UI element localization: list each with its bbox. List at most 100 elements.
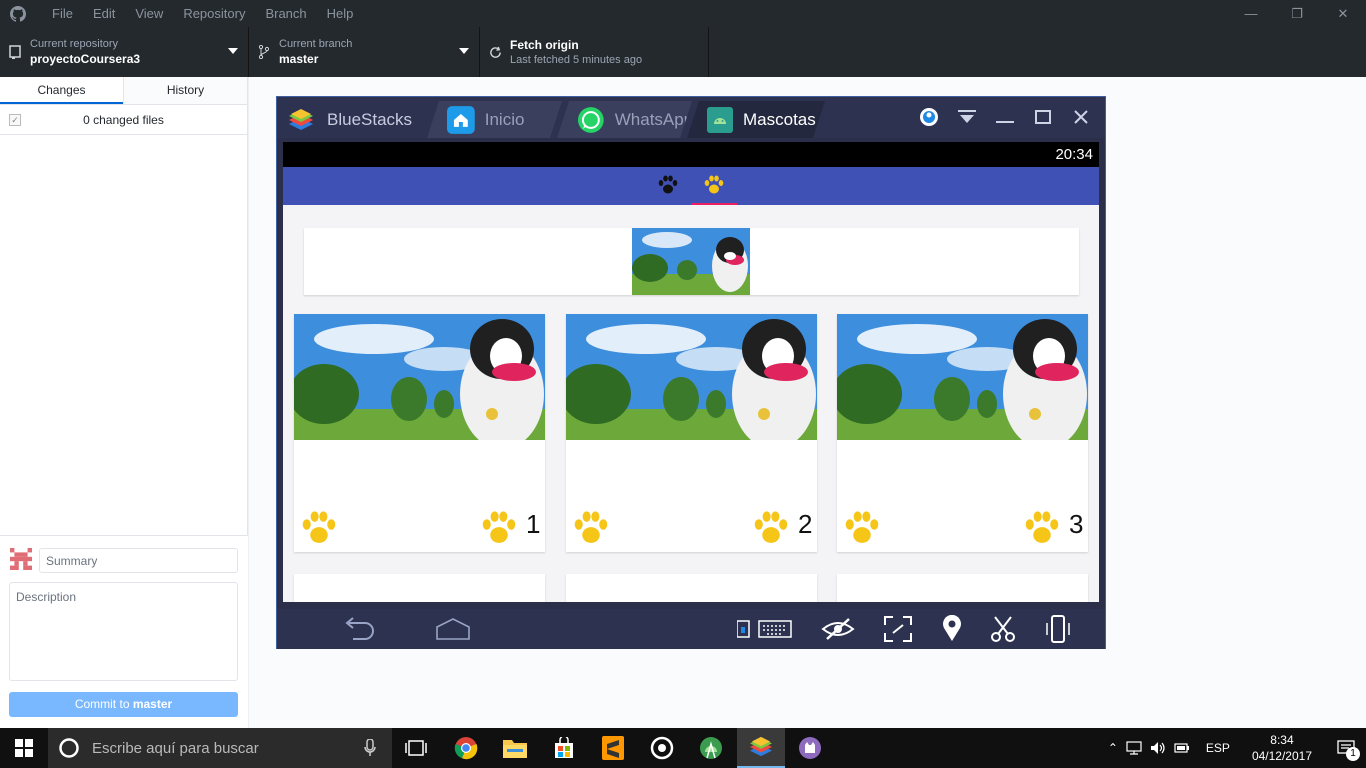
search-placeholder: Escribe aquí para buscar [92,739,259,757]
notification-badge: 1 [1346,747,1360,761]
current-branch-dropdown[interactable]: Current branch master [249,27,480,77]
sublime-text-icon[interactable] [589,728,637,768]
microphone-icon[interactable] [364,739,376,757]
file-explorer-icon[interactable] [491,728,539,768]
branch-name: master [279,52,319,66]
android-status-bar: 20:34 [283,142,1099,167]
pet-card[interactable]: 3 [837,314,1088,552]
menu-repository[interactable]: Repository [173,0,255,27]
app-titlebar: File Edit View Repository Branch Help — … [0,0,1366,27]
maximize-icon[interactable] [1031,105,1055,129]
tab-label: Mascotas [743,109,816,129]
network-icon[interactable] [1126,741,1142,755]
back-icon[interactable] [339,615,377,643]
minimize-icon[interactable] [993,105,1017,129]
commit-form: Summary Description Commit to master [0,535,248,728]
tab-mascotas[interactable]: Mascotas [687,101,825,138]
language-indicator[interactable]: ESP [1206,741,1230,755]
changed-files-count: 0 changed files [83,112,164,127]
taskbar-search-box[interactable]: Escribe aquí para buscar [48,728,392,768]
tab-changes[interactable]: Changes [0,77,123,104]
pet-card[interactable] [294,574,545,602]
menu-view[interactable]: View [125,0,173,27]
menu-branch[interactable]: Branch [255,0,316,27]
pet-card[interactable] [837,574,1088,602]
commit-button-prefix: Commit to [74,697,133,711]
taskbar-clock[interactable]: 8:34 04/12/2017 [1252,732,1312,764]
bluestacks-tab-bar: BlueStacks Inicio WhatsApp Mascotas [277,97,1105,138]
account-icon[interactable] [917,105,941,129]
chevron-down-icon [228,48,238,54]
tab-history[interactable]: History [123,77,247,104]
like-paw-icon[interactable] [570,507,612,549]
obs-icon[interactable] [638,728,686,768]
close-icon[interactable] [1069,105,1093,129]
action-center-button[interactable]: 1 [1326,728,1366,768]
task-view-icon[interactable] [392,728,440,768]
location-icon[interactable] [937,615,967,643]
windows-logo-icon [15,739,33,757]
branch-icon [249,45,279,59]
pet-card[interactable]: 2 [566,314,817,552]
dog-photo [294,314,545,440]
rating-paw-icon [482,511,516,543]
menu-dropdown-icon[interactable] [955,105,979,129]
tab-inicio[interactable]: Inicio [427,101,562,138]
android-screen: 20:34 1 2 3 [283,142,1099,602]
commit-button[interactable]: Commit to master [9,692,238,717]
current-repository-dropdown[interactable]: Current repository proyectoCoursera3 [0,27,249,77]
fetch-origin-button[interactable]: Fetch origin Last fetched 5 minutes ago [480,27,709,77]
visibility-off-icon[interactable] [821,615,855,643]
volume-icon[interactable] [1150,741,1166,755]
cortana-icon [59,738,79,758]
github-logo-icon [10,5,26,22]
pet-card[interactable] [566,574,817,602]
android-clock: 20:34 [1055,146,1093,163]
close-button[interactable]: ✕ [1320,0,1366,27]
keyboard-icon[interactable] [737,615,793,643]
select-all-checkbox[interactable]: ✓ [9,114,21,126]
repo-icon [0,45,30,59]
tab-bluestacks[interactable]: BlueStacks [277,101,427,138]
home-icon [447,106,475,134]
battery-icon[interactable] [1174,742,1190,754]
avatar [10,548,32,570]
scissors-icon[interactable] [988,615,1018,643]
profile-card [304,228,1079,295]
android-studio-icon[interactable] [687,728,735,768]
like-paw-icon[interactable] [841,507,883,549]
menu-edit[interactable]: Edit [83,0,125,27]
home-icon[interactable] [435,615,471,643]
menu-help[interactable]: Help [317,0,364,27]
github-desktop-icon[interactable] [786,728,834,768]
store-icon[interactable] [540,728,588,768]
whatsapp-icon [577,106,605,134]
fetch-label: Fetch origin [510,38,579,52]
paw-icon-selected[interactable] [702,173,726,197]
restore-button[interactable]: ❐ [1274,0,1320,27]
dog-photo [632,228,750,295]
app-bar [283,167,1099,205]
chrome-icon[interactable] [442,728,490,768]
clock-time: 8:34 [1270,733,1294,747]
like-paw-icon[interactable] [298,507,340,549]
repo-name: proyectoCoursera3 [30,52,141,66]
fullscreen-icon[interactable] [883,615,913,643]
summary-input[interactable]: Summary [39,548,238,573]
branch-label: Current branch [279,38,353,50]
bluestacks-logo-icon [289,108,313,130]
bluestacks-taskbar-icon[interactable] [737,728,785,768]
menu-file[interactable]: File [42,0,83,27]
bluestacks-window: BlueStacks Inicio WhatsApp Mascotas 20:3… [276,96,1106,649]
start-button[interactable] [0,728,48,768]
tab-whatsapp[interactable]: WhatsApp [557,101,692,138]
rating-paw-icon [754,511,788,543]
chevron-up-icon[interactable]: ⌃ [1108,741,1118,755]
rotate-device-icon[interactable] [1043,615,1073,643]
paw-icon[interactable] [656,173,680,197]
rating-paw-icon [1025,511,1059,543]
minimize-button[interactable]: — [1228,0,1274,27]
description-input[interactable]: Description [9,582,238,681]
pet-card[interactable]: 1 [294,314,545,552]
commit-branch-name: master [132,697,173,711]
